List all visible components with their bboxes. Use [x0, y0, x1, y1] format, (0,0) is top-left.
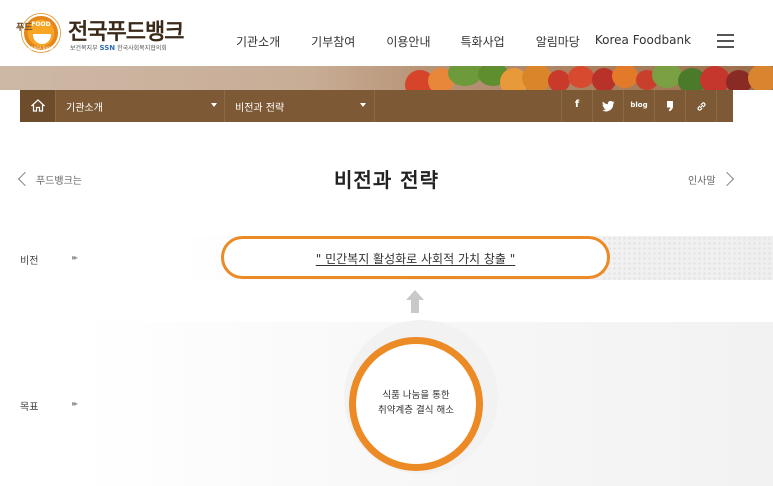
- nav-item-notice[interactable]: 알림마당: [536, 33, 580, 50]
- nav-item-special[interactable]: 특화사업: [461, 33, 505, 50]
- home-button[interactable]: [20, 90, 56, 122]
- goal-text: 식품 나눔을 통한 취약계층 결식 해소: [356, 388, 476, 418]
- main-nav: 기관소개 기부참여 이용안내 특화사업 알림마당 Korea Foodbank: [236, 33, 691, 50]
- chef-icon: 푸드: [16, 23, 33, 33]
- goal-line-1: 식품 나눔을 통한: [382, 390, 450, 401]
- kakaostory-icon[interactable]: [654, 90, 685, 122]
- nav-item-english[interactable]: Korea Foodbank: [595, 33, 691, 50]
- ministry-text: 보건복지부: [70, 45, 98, 52]
- chevron-right-icon: [719, 171, 735, 187]
- vision-statement: " 민간복지 활성화로 사회적 가치 창출 ": [221, 236, 610, 279]
- hamburger-icon[interactable]: [717, 34, 734, 48]
- home-icon: [31, 99, 45, 112]
- nav-item-about[interactable]: 기관소개: [236, 33, 280, 50]
- goal-circle: 식품 나눔을 통한 취약계층 결식 해소: [349, 337, 483, 471]
- next-page-label: 인사말: [688, 176, 716, 187]
- foodbank-badge-icon: FOOD KOREA BANK: [22, 14, 60, 52]
- twitter-icon[interactable]: [592, 90, 623, 122]
- council-text: 한국사회복지협의회: [117, 45, 167, 52]
- goal-label: 목표: [20, 402, 39, 413]
- vision-text: " 민간복지 활성화로 사회적 가치 창출 ": [315, 252, 516, 266]
- next-page-link[interactable]: 인사말: [686, 171, 735, 190]
- site-header: FOOD KOREA BANK 푸드 전국푸드뱅크 보건복지부 SSN 한국사회…: [0, 0, 773, 66]
- dropdown-page[interactable]: 비전과 전략: [225, 90, 375, 122]
- ssn-text: SSN: [99, 44, 116, 52]
- caret-down-icon: [211, 103, 217, 107]
- site-logo[interactable]: FOOD KOREA BANK 푸드 전국푸드뱅크 보건복지부 SSN 한국사회…: [16, 12, 190, 56]
- up-arrow-icon: [406, 290, 424, 314]
- dropdown-section[interactable]: 기관소개: [56, 90, 225, 122]
- double-arrow-icon: ▸▸: [72, 399, 78, 408]
- page-title: 비전과 전략: [334, 168, 439, 192]
- nav-item-donate[interactable]: 기부참여: [311, 33, 355, 50]
- facebook-icon[interactable]: f: [561, 90, 592, 122]
- dropdown-page-label: 비전과 전략: [235, 103, 285, 114]
- link-icon[interactable]: [685, 90, 717, 122]
- blog-icon[interactable]: blog: [623, 90, 654, 122]
- caret-down-icon: [360, 103, 366, 107]
- logo-subtitle: 보건복지부 SSN 한국사회복지협의회: [70, 43, 167, 52]
- goal-line-2: 취약계층 결식 해소: [378, 405, 454, 416]
- double-arrow-icon: ▸▸: [72, 253, 78, 262]
- nav-item-guide[interactable]: 이용안내: [386, 33, 430, 50]
- badge-bottom-text: KOREA BANK: [28, 46, 54, 51]
- header-banner-image: [0, 66, 773, 90]
- bowl-icon: [33, 34, 51, 44]
- sub-nav-bar: 기관소개 비전과 전략 f blog: [20, 90, 733, 122]
- logo-title: 전국푸드뱅크: [68, 20, 184, 45]
- dropdown-section-label: 기관소개: [66, 103, 103, 114]
- vision-label: 비전: [20, 256, 39, 267]
